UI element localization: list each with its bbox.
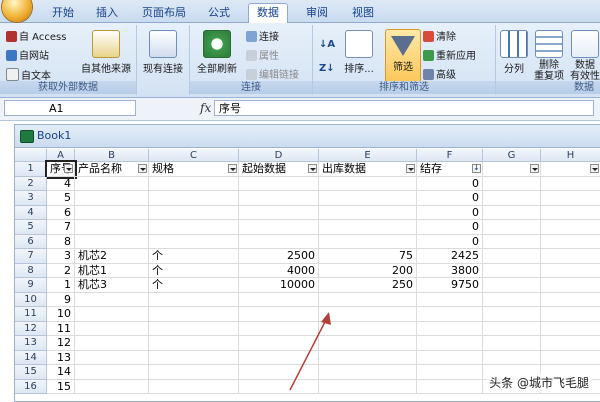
watermark: 头条 @城市飞毛腿	[486, 373, 592, 392]
annotation-arrow	[289, 312, 331, 391]
annotation-arrow-line	[289, 317, 328, 391]
annotation-arrow-head	[321, 312, 331, 325]
